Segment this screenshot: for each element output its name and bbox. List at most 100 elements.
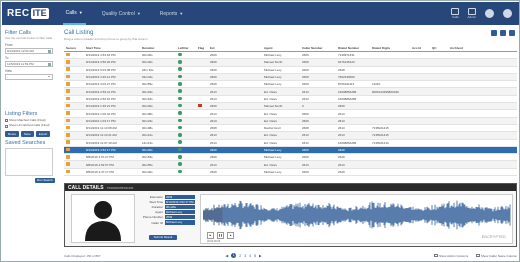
pagination: ◀ 1 2 3 4 5 ▶ [226, 253, 265, 258]
page-3[interactable]: 3 [244, 254, 246, 258]
table-cell: Michael Levy [264, 169, 282, 174]
column-header[interactable]: Caller Number [302, 46, 338, 50]
caller-name-checkbox[interactable]: Show Caller Name Column [476, 254, 517, 258]
prev-page-icon[interactable]: ◀ [226, 254, 229, 258]
calendar-icon[interactable] [48, 49, 51, 53]
email-icon[interactable] [500, 30, 506, 36]
table-cell: Rachel Grell [264, 126, 281, 131]
table-row[interactable]: 8/14/2019 11:13:08 AM 00m08s 2608 Rachel Gr… [64, 125, 517, 133]
admin-shortcut[interactable]: Admin [467, 8, 476, 19]
table-cell: 03m43s [142, 75, 153, 80]
table-row[interactable]: 8/14/2019 2:59:41 PM 00m33s 2613 Ed. Oslev 2… [64, 88, 517, 96]
table-cell: 00m30s [142, 53, 153, 58]
call-details-title: CALL DETAILS [68, 184, 104, 191]
from-date-input[interactable]: 8/14/2019 12:00 AM [5, 47, 53, 54]
reset-button[interactable]: Reset [5, 130, 19, 137]
nav-reports[interactable]: Reports ▼ [157, 2, 186, 25]
table-cell [64, 133, 86, 138]
calls-shortcut[interactable]: Calls [451, 8, 460, 19]
column-header[interactable]: QC [432, 46, 450, 50]
table-cell: 2609 [302, 148, 309, 152]
table-cell [178, 96, 198, 102]
waveform[interactable] [203, 199, 511, 231]
page-4[interactable]: 4 [249, 254, 251, 258]
table-row[interactable]: 8/14/2019 2:50:16 PM 00m18s 2613 Ed. Oslev 2… [64, 96, 517, 104]
checkbox-box[interactable] [5, 119, 8, 122]
detail-field: Extension 2609 [137, 194, 197, 199]
stop-icon[interactable]: ■ [227, 232, 234, 239]
print-icon[interactable] [509, 30, 515, 36]
table-row[interactable]: 8/14/2019 3:56:26 PM 00m46s 2609 Manoel Smi… [64, 59, 517, 67]
caller-name-label: Show Caller Name Column [480, 253, 517, 258]
table-cell: 2609 [302, 82, 309, 87]
table-row[interactable]: 8/14/2019 1:03:17 PM 00m23s 2613 Ed. Oslev 2… [64, 117, 517, 125]
help-icon[interactable] [485, 9, 494, 18]
table-row[interactable]: 8/14/2019 4:02:27 PM 00m59s 2609 Michael Le… [64, 81, 517, 89]
detail-field: Phone Number 2609 [137, 215, 197, 220]
table-row[interactable]: 8/14/2019 11:10:31 AM 00m12s 2613 Ed. Oslev… [64, 132, 517, 140]
page-5[interactable]: 5 [254, 254, 256, 258]
matched-calls-checkbox[interactable]: Show Matched Calls (Final) [5, 118, 55, 122]
lock-icon [66, 147, 70, 152]
column-header[interactable]: Archived [450, 46, 490, 50]
save-button[interactable]: Save [20, 130, 34, 137]
table-cell: 16008852286 [338, 140, 357, 145]
table-row[interactable]: 8/8/2019 4:57:27 PM 00m53s 2609 Michael Lev… [64, 154, 517, 162]
to-date-input[interactable]: 11/5/2019 11:59 PM [5, 60, 53, 67]
page-1[interactable]: 1 [231, 253, 237, 258]
lock-icon [66, 155, 70, 159]
unmatched-calls-checkbox[interactable]: Show Unmatched Calls (Final) [5, 123, 55, 128]
column-header[interactable]: Secure [64, 46, 86, 50]
column-header[interactable]: Ext [210, 46, 264, 50]
call-direction-icon [178, 82, 182, 86]
nav-calls[interactable]: Calls ▼ [62, 2, 86, 25]
table-row[interactable]: 8/14/2019 1:36:21 PM 00m40s 2609 Manoel Smi… [64, 103, 517, 111]
checkbox-box[interactable] [434, 253, 438, 258]
table-cell: 2613 [338, 162, 345, 167]
download-icon[interactable] [491, 30, 497, 36]
phone-icon [451, 8, 460, 15]
column-header[interactable]: Dialed Digits [372, 46, 412, 50]
detail-field: Caller ID Michael Levy [137, 220, 197, 225]
table-cell: 8/13/2019 4:52:17 PM [86, 148, 116, 152]
column-header[interactable]: Dialed Number [338, 46, 372, 50]
flag-icon [198, 104, 202, 108]
listing-toolbar [488, 30, 515, 36]
table-cell: 8/14/2019 1:36:21 PM [86, 104, 116, 109]
table-row[interactable]: 8/13/2019 4:52:17 PM 00m26s 2609 Michael Le… [64, 146, 517, 155]
saved-searches-list[interactable] [5, 147, 53, 176]
table-row[interactable]: 8/14/2019 4:53:18 PM 00m30s 2609 Michael Le… [64, 52, 517, 60]
submit-result-button[interactable]: Submit Result [149, 235, 177, 240]
table-row[interactable]: 8/8/2019 4:47:17 PM 00m46s 2609 Michael Lev… [64, 169, 517, 177]
table-row[interactable]: 8/8/2019 4:52:57 PM 00m55s 2613 Ed. Oslev 26… [64, 161, 517, 169]
checkbox-box[interactable] [5, 124, 8, 128]
table-row[interactable]: 8/14/2019 4:26:14 PM 03m43s 2609 Michael Le… [64, 73, 517, 82]
call-direction-icon [178, 140, 182, 144]
column-header[interactable]: Acc Id [412, 46, 432, 50]
table-row[interactable]: 8/14/2019 1:06:42 PM 00m08s 2613 Ed. Oslev 2… [64, 110, 517, 118]
column-header[interactable]: Duration [142, 46, 178, 50]
column-header[interactable]: Agent [264, 46, 302, 50]
table-cell: 2613 [338, 111, 345, 116]
calendar-icon[interactable] [48, 62, 51, 66]
page-2[interactable]: 2 [239, 254, 241, 258]
column-header[interactable]: LeftCar [178, 46, 198, 50]
column-header[interactable]: Start Time [86, 46, 142, 50]
view-select[interactable]: - [5, 73, 53, 80]
column-header[interactable]: Flag [198, 46, 210, 50]
export-button[interactable]: Export [35, 130, 51, 137]
run-search-button[interactable]: Run Search [35, 177, 55, 183]
checkbox-box[interactable] [476, 253, 480, 258]
play-icon[interactable]: ▶ [207, 232, 214, 239]
pause-icon[interactable]: ❚❚ [217, 232, 224, 239]
admin-columns-checkbox[interactable]: Show Admin Columns [434, 254, 468, 258]
user-icon[interactable] [503, 9, 512, 18]
table-row[interactable]: 8/14/2019 5:03:38 PM 25m 30s 2609 Michael L… [64, 67, 517, 74]
next-page-icon[interactable]: ▶ [259, 254, 262, 258]
nav-quality-control[interactable]: Quality Control ▼ [99, 2, 144, 25]
lock-icon [66, 140, 70, 144]
table-row[interactable]: 8/14/2019 11:07:18 AM 14m13s 2613 Ed. Oslev… [64, 140, 517, 147]
view-select-value: - [7, 74, 8, 79]
lock-icon [66, 96, 70, 101]
